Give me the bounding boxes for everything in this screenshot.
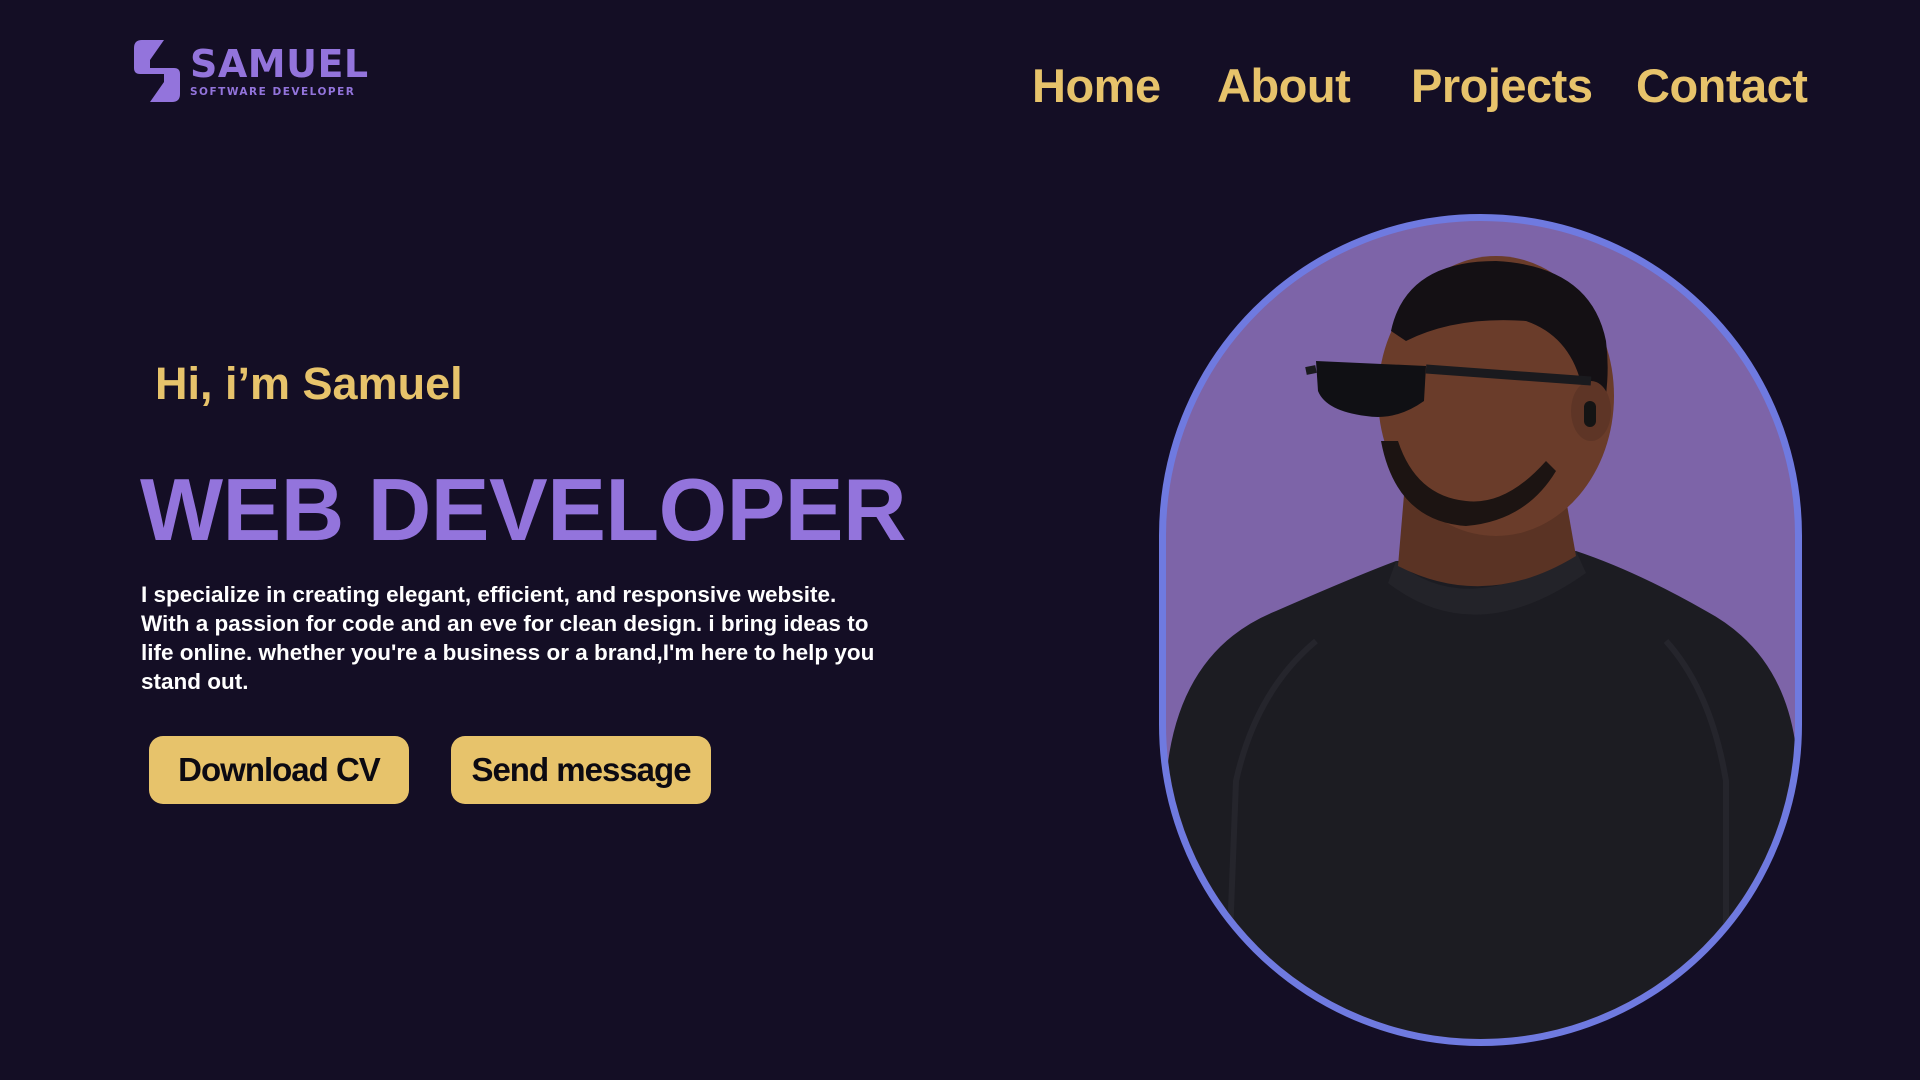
s-monogram-icon — [134, 40, 180, 102]
nav-link-home[interactable]: Home — [1032, 56, 1161, 116]
hero-role-title: WEB DEVELOPER — [140, 460, 907, 559]
nav-link-contact[interactable]: Contact — [1636, 56, 1808, 116]
send-message-button[interactable]: Send message — [451, 736, 711, 804]
brand-logo[interactable]: SAMUEL SOFTWARE DEVELOPER — [134, 40, 369, 102]
profile-photo — [1166, 256, 1795, 1039]
brand-tagline: SOFTWARE DEVELOPER — [190, 86, 356, 98]
nav-link-about[interactable]: About — [1217, 56, 1351, 116]
hero-greeting: Hi, i’m Samuel — [155, 358, 463, 409]
brand-name: SAMUEL — [190, 42, 369, 86]
hero-bio: I specialize in creating elegant, effici… — [141, 582, 875, 694]
nav-link-projects[interactable]: Projects — [1411, 56, 1593, 116]
download-cv-button[interactable]: Download CV — [149, 736, 409, 804]
profile-portrait — [1159, 214, 1802, 1046]
